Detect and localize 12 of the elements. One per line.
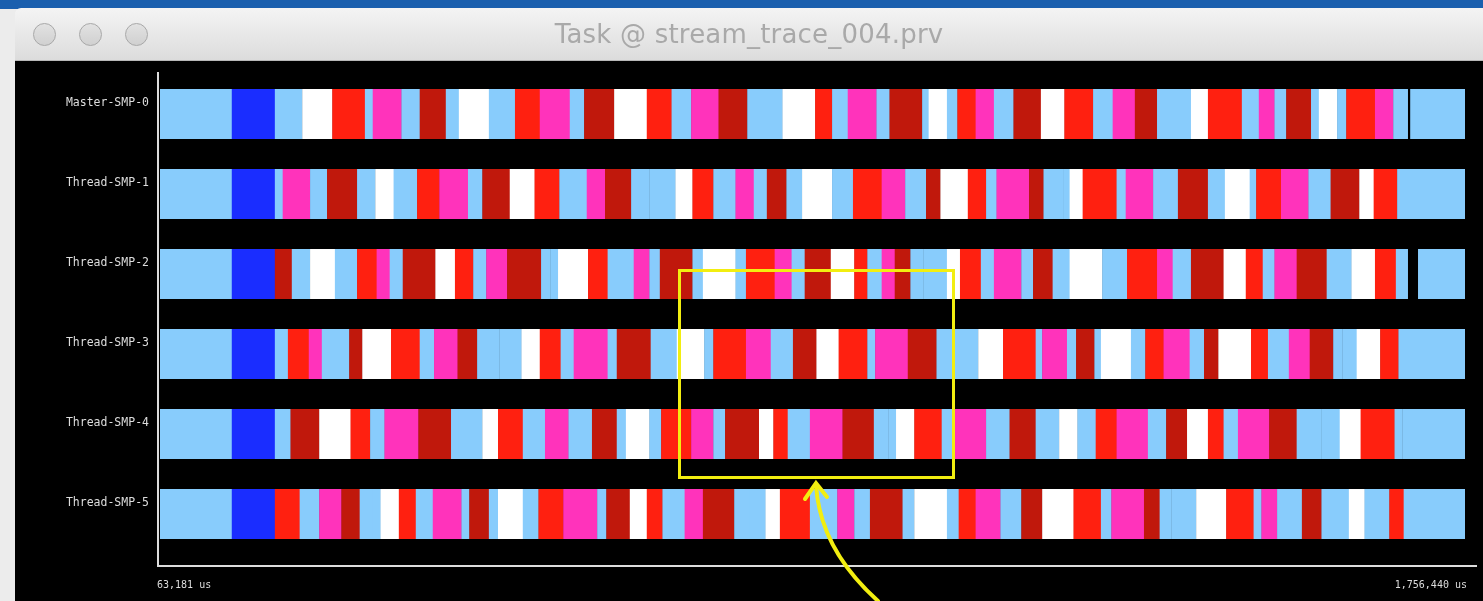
axis-tick-label: 63,181 us [157, 579, 212, 592]
thread-label: Thread-SMP-3 [65, 335, 149, 349]
axis-tick-label: 1,756,440 us [1394, 579, 1467, 592]
thread-label: Thread-SMP-5 [65, 495, 149, 509]
thread-label: Thread-SMP-2 [65, 255, 149, 269]
window-close-button[interactable] [33, 22, 56, 46]
window-minimize-button[interactable] [79, 22, 102, 46]
thread-label: Thread-SMP-1 [65, 175, 149, 189]
thread-label: Master-SMP-0 [65, 95, 149, 109]
thread-label: Thread-SMP-4 [65, 415, 149, 429]
window-title: Task @ stream_trace_004.prv [554, 19, 944, 49]
window-zoom-button[interactable] [125, 22, 148, 46]
